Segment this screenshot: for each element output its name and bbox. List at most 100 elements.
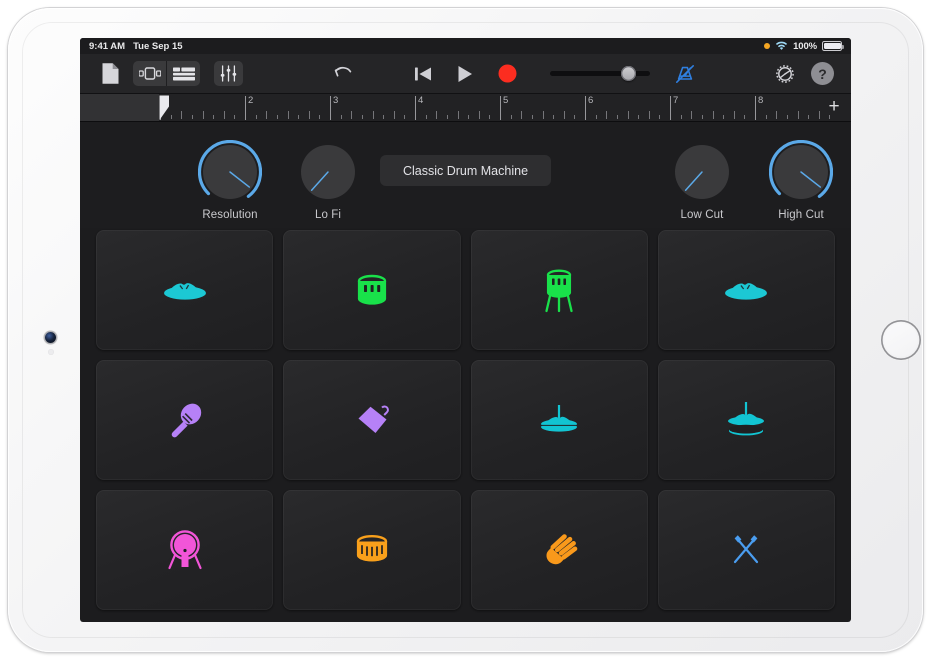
ruler-tick <box>521 111 523 119</box>
low-cut-knob[interactable]: Low Cut <box>652 140 752 221</box>
lo-fi-knob[interactable]: Lo Fi <box>278 140 378 221</box>
pad-hihat-open-stand[interactable] <box>657 360 835 480</box>
ruler-tick <box>383 115 385 119</box>
pad-gong[interactable] <box>96 490 274 610</box>
play-button[interactable] <box>444 61 486 87</box>
kick-drum-icon <box>352 270 392 310</box>
help-button[interactable]: ? <box>811 62 834 85</box>
ruler-tick <box>595 115 597 119</box>
ruler-tick <box>776 111 778 119</box>
gear-icon <box>776 64 794 83</box>
record-button[interactable] <box>486 61 528 87</box>
bar-number-label: 4 <box>418 95 424 106</box>
rewind-button[interactable] <box>402 61 444 87</box>
resolution-knob[interactable]: Resolution <box>180 139 280 221</box>
ruler-tick <box>648 111 650 119</box>
pad-clap[interactable] <box>470 490 648 610</box>
ruler-tick <box>712 111 714 119</box>
knob-dial[interactable] <box>296 140 360 204</box>
ruler-tick <box>255 115 257 119</box>
metronome-off-icon <box>675 64 695 83</box>
master-volume-slider[interactable] <box>550 66 650 81</box>
play-triangle-icon <box>458 65 472 82</box>
settings-button[interactable] <box>772 61 798 87</box>
cells-view-icon <box>138 67 161 80</box>
ruler-tick <box>563 111 565 119</box>
knob-label: Resolution <box>202 209 258 221</box>
home-button[interactable] <box>881 320 921 360</box>
ruler-tick <box>319 115 321 119</box>
undo-arrow-icon <box>334 66 352 77</box>
mixer-button[interactable] <box>214 61 243 86</box>
document-icon <box>102 63 118 84</box>
metronome-button[interactable] <box>672 61 698 87</box>
ruler-tick <box>351 111 353 119</box>
record-circle-icon <box>498 64 516 83</box>
cowbell-icon <box>351 399 393 441</box>
preset-name-button[interactable]: Classic Drum Machine <box>380 155 551 186</box>
ruler-tick <box>361 115 363 119</box>
knob-dial[interactable] <box>670 140 734 204</box>
tracks-view-button[interactable] <box>167 61 200 86</box>
ruler-tick <box>202 111 204 119</box>
bar-number-label: 8 <box>758 95 764 106</box>
ruler-tick <box>191 115 193 119</box>
pad-cowbell[interactable] <box>283 360 461 480</box>
knob-label: Low Cut <box>680 209 724 221</box>
view-mode-segmented-control[interactable] <box>133 61 200 86</box>
rewind-to-start-icon <box>415 67 431 80</box>
ruler-tick <box>818 111 820 119</box>
ruler-tick <box>478 111 480 119</box>
ruler-tick <box>425 115 427 119</box>
ruler-tick <box>797 111 799 119</box>
tom-drum-on-stand-icon <box>541 266 577 314</box>
knob-label: High Cut <box>778 209 824 221</box>
ruler-tick <box>531 115 533 119</box>
camera-icon <box>45 332 56 343</box>
add-section-button[interactable]: + <box>825 96 843 117</box>
cells-view-button[interactable] <box>133 61 166 86</box>
ruler-tick <box>436 111 438 119</box>
closed-hihat-cymbal-icon <box>723 277 769 303</box>
volume-knob[interactable] <box>621 66 636 81</box>
wifi-icon <box>775 41 788 50</box>
ruler-tick <box>691 111 693 119</box>
pad-snare-drum[interactable] <box>283 490 461 610</box>
ruler-tick <box>765 115 767 119</box>
faders-icon <box>220 65 237 82</box>
bar-number-label: 7 <box>673 95 679 106</box>
ruler-tick <box>223 111 225 119</box>
ruler-tick <box>659 115 661 119</box>
knob-dial[interactable] <box>768 139 834 204</box>
ruler-tick <box>489 115 491 119</box>
knob-dial[interactable] <box>197 139 263 204</box>
pad-tom-drum[interactable] <box>470 230 648 350</box>
pad-sticks[interactable] <box>657 490 835 610</box>
ruler-tick <box>170 115 172 119</box>
ruler-tick <box>457 111 459 119</box>
undo-button[interactable] <box>329 61 355 87</box>
pad-hihat-closed-stand[interactable] <box>470 360 648 480</box>
ruler-bar-lane[interactable]: 1 2 3 4 5 6 7 8 <box>160 94 851 121</box>
pad-closed-hihat-2[interactable] <box>657 230 835 350</box>
timeline-ruler[interactable]: 1 2 3 4 5 6 7 8 + <box>80 94 851 122</box>
pad-closed-hihat-1[interactable] <box>96 230 274 350</box>
knob-label: Lo Fi <box>314 209 342 221</box>
transport-controls <box>402 61 528 87</box>
bar-number-label: 3 <box>333 95 339 106</box>
ambient-light-sensor-icon <box>48 349 54 355</box>
high-cut-knob[interactable]: High Cut <box>751 139 851 221</box>
ruler-tick <box>213 115 215 119</box>
battery-percent-label: 100% <box>793 40 817 52</box>
ruler-tick <box>404 115 406 119</box>
bar-number-label: 5 <box>503 95 509 106</box>
pad-maraca[interactable] <box>96 360 274 480</box>
hihat-open-stand-icon <box>724 401 768 439</box>
ruler-tick <box>553 115 555 119</box>
document-browser-button[interactable] <box>97 61 123 87</box>
maraca-shaker-icon <box>164 399 206 441</box>
ruler-tick <box>446 115 448 119</box>
ruler-tick <box>468 115 470 119</box>
orange-status-dot <box>764 43 771 49</box>
pad-kick-drum[interactable] <box>283 230 461 350</box>
